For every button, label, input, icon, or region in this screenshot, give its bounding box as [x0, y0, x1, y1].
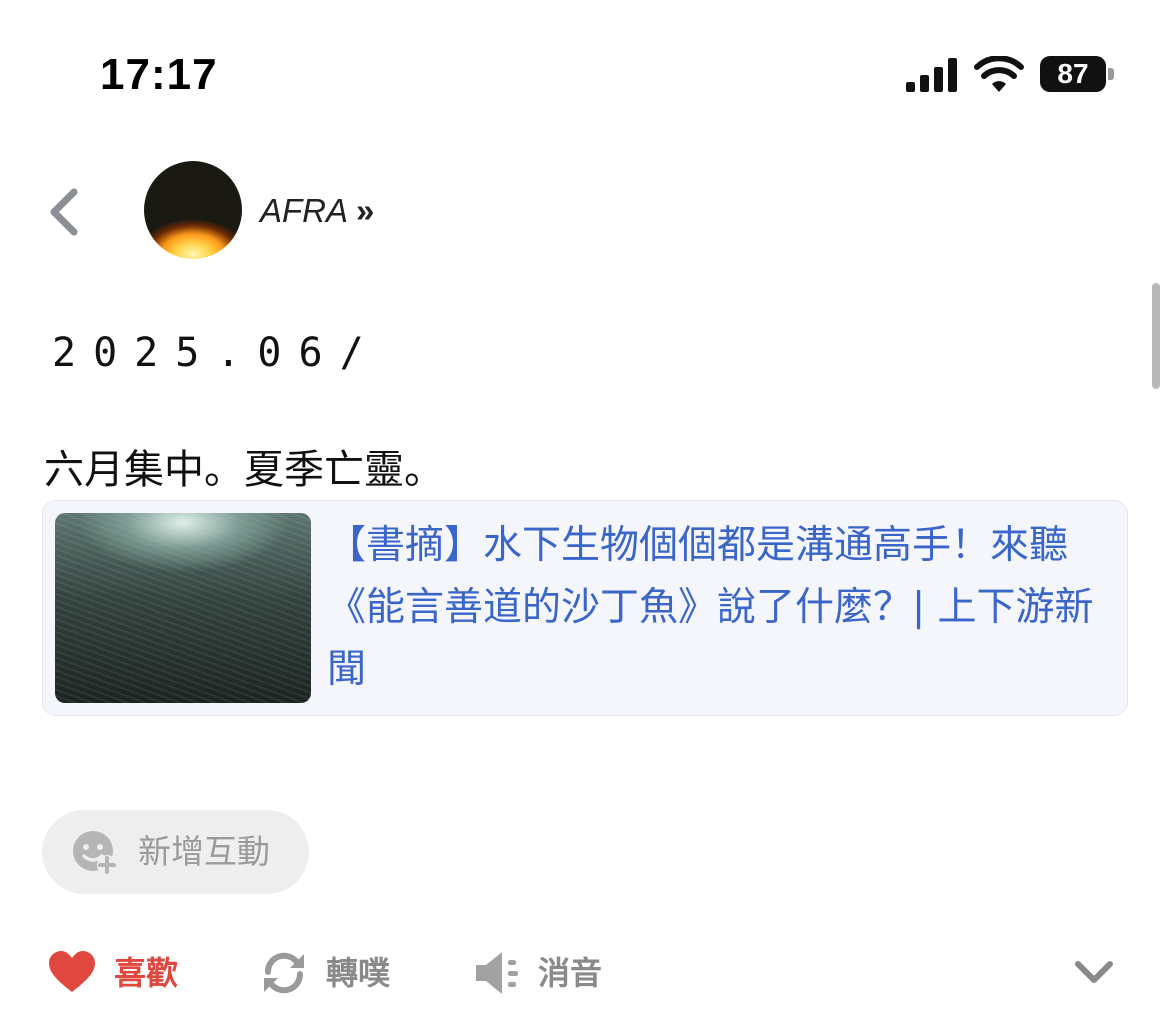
battery-indicator: 87 [1040, 56, 1116, 94]
chevron-down-icon[interactable] [1072, 952, 1116, 992]
link-title[interactable]: 【書摘】水下生物個個都是溝通高手！來聽《能言善道的沙丁魚》說了什麼？| 上下游新… [327, 515, 1117, 701]
wifi-icon [974, 56, 1024, 92]
repost-button[interactable]: 轉噗 [260, 948, 400, 998]
cellular-signal-icon [906, 58, 957, 92]
like-button[interactable]: 喜歡 [48, 948, 188, 998]
status-time: 17:17 [100, 50, 218, 99]
mute-button[interactable]: 消音 [474, 948, 614, 998]
add-reaction-icon [73, 831, 117, 875]
author-name: AFRA [260, 192, 349, 229]
author-arrow: » [356, 192, 375, 229]
repost-icon [264, 952, 304, 994]
add-interaction-label: 新增互動 [138, 832, 270, 871]
speaker-mute-icon [476, 952, 518, 994]
repost-label: 轉噗 [326, 954, 391, 992]
heart-icon [49, 951, 95, 992]
scrollbar[interactable] [1152, 283, 1160, 389]
mute-label: 消音 [538, 954, 603, 992]
post-date: 2025.06/ [52, 330, 381, 376]
back-chevron-icon[interactable] [44, 188, 84, 236]
add-interaction-button[interactable]: 新增互動 [42, 810, 309, 894]
like-label: 喜歡 [114, 954, 179, 992]
post-text: 六月集中。夏季亡靈。 [44, 447, 444, 493]
avatar[interactable] [144, 161, 242, 259]
author-link[interactable]: AFRA» [260, 192, 374, 230]
battery-level: 87 [1057, 58, 1089, 89]
link-thumbnail [55, 513, 311, 703]
link-preview-card[interactable]: 【書摘】水下生物個個都是溝通高手！來聽《能言善道的沙丁魚》說了什麼？| 上下游新… [42, 500, 1128, 716]
